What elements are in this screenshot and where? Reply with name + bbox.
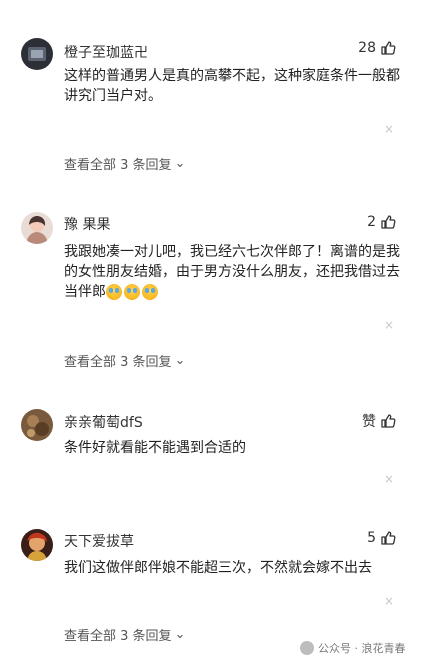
avatar[interactable] — [21, 38, 53, 70]
like-count: 28 — [358, 40, 376, 56]
avatar[interactable] — [21, 409, 53, 441]
watermark: 公众号 · 浪花青春 — [300, 640, 406, 656]
comment-text: 条件好就看能不能遇到合适的 — [64, 440, 246, 456]
like-count: 5 — [367, 530, 376, 546]
close-icon[interactable]: × — [384, 122, 394, 136]
crying-face-emoji — [106, 284, 122, 300]
close-icon[interactable]: × — [384, 318, 394, 332]
view-replies-label: 查看全部 3 条回复 — [64, 158, 172, 173]
close-icon[interactable]: × — [384, 594, 394, 608]
like-button[interactable]: 2 — [367, 214, 396, 230]
username[interactable]: 橙子至珈蓝卍 — [64, 42, 148, 62]
thumbs-up-icon — [381, 531, 396, 545]
watermark-text: 公众号 · 浪花青春 — [318, 642, 406, 655]
wechat-icon — [300, 641, 314, 655]
chevron-down-icon: ⌄ — [174, 353, 186, 368]
like-button[interactable]: 5 — [367, 530, 396, 546]
avatar[interactable] — [21, 529, 53, 561]
view-replies-label: 查看全部 3 条回复 — [64, 355, 172, 370]
view-replies-label: 查看全部 3 条回复 — [64, 629, 172, 644]
like-button[interactable]: 28 — [358, 40, 396, 56]
thumbs-up-icon — [381, 41, 396, 55]
comment-text: 这样的普通男人是真的高攀不起，这种家庭条件一般都讲究门当户对。 — [64, 68, 400, 104]
thumbs-up-icon — [381, 215, 396, 229]
view-replies-link[interactable]: 查看全部 3 条回复 ⌄ — [64, 625, 185, 644]
username[interactable]: 亲亲葡萄dfS — [64, 412, 143, 432]
comment-text: 我跟她凑一对儿吧，我已经六七次伴郎了！离谱的是我的女性朋友结婚，由于男方没什么朋… — [64, 242, 404, 302]
chevron-down-icon: ⌄ — [174, 156, 186, 171]
crying-face-emoji — [124, 284, 140, 300]
username[interactable]: 豫 果果 — [64, 214, 110, 234]
username[interactable]: 天下爱拔草 — [64, 531, 134, 551]
like-count: 赞 — [362, 414, 376, 430]
comment-text: 我们这做伴郎伴娘不能超三次，不然就会嫁不出去 — [64, 560, 372, 576]
thumbs-up-icon — [381, 414, 396, 428]
view-replies-link[interactable]: 查看全部 3 条回复 ⌄ — [64, 351, 185, 370]
avatar[interactable] — [21, 212, 53, 244]
crying-face-emoji — [142, 284, 158, 300]
like-count: 2 — [367, 214, 376, 230]
view-replies-link[interactable]: 查看全部 3 条回复 ⌄ — [64, 154, 185, 173]
close-icon[interactable]: × — [384, 472, 394, 486]
emoji-row — [106, 284, 158, 300]
chevron-down-icon: ⌄ — [174, 627, 186, 642]
like-button[interactable]: 赞 — [362, 411, 396, 431]
